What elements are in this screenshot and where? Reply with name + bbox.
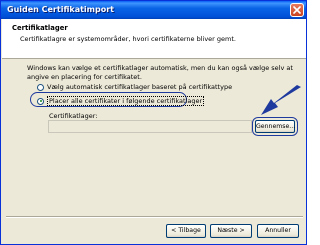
pointer-arrow-icon [261, 85, 301, 115]
back-button[interactable]: < Tilbage [166, 224, 206, 238]
close-button[interactable] [290, 3, 304, 17]
page-title: Certifikatlager [12, 24, 68, 32]
title-bar[interactable]: Guiden Certifikatimport [1, 1, 306, 19]
radio-manual-store[interactable]: Placer alle certifikater i følgende cert… [37, 96, 205, 106]
next-button[interactable]: Næste > [210, 224, 252, 238]
radio-manual-label[interactable]: Placer alle certifikater i følgende cert… [47, 96, 205, 106]
description-text: Windows kan vælge et certifikatlager aut… [27, 64, 297, 81]
radio-auto-store[interactable]: Vælg automatisk certifikatlager baseret … [37, 83, 232, 91]
radio-button-unselected[interactable] [37, 83, 44, 91]
radio-button-selected[interactable] [37, 97, 44, 105]
store-input[interactable] [48, 120, 252, 133]
footer-divider [6, 216, 303, 218]
wizard-header: Certifikatlager Certifikatlagre er syste… [2, 19, 306, 59]
radio-auto-label[interactable]: Vælg automatisk certifikatlager baseret … [47, 83, 232, 91]
window-title: Guiden Certifikatimport [7, 5, 114, 14]
radio-dot-icon [39, 100, 42, 102]
close-icon [293, 6, 301, 14]
browse-button[interactable]: Gennemse... [255, 120, 295, 133]
certificate-import-wizard-window: Guiden Certifikatimport Certifikatlager … [0, 0, 307, 245]
description-line-2: angive en placering for certifikatet. [27, 72, 142, 81]
page-subtitle: Certifikatlagre er systemområder, hvori … [20, 35, 236, 43]
cancel-button[interactable]: Annuller [257, 224, 299, 238]
store-field-label: Certifikatlager: [49, 112, 98, 120]
description-line-1: Windows kan vælge et certifikatlager aut… [27, 64, 293, 72]
